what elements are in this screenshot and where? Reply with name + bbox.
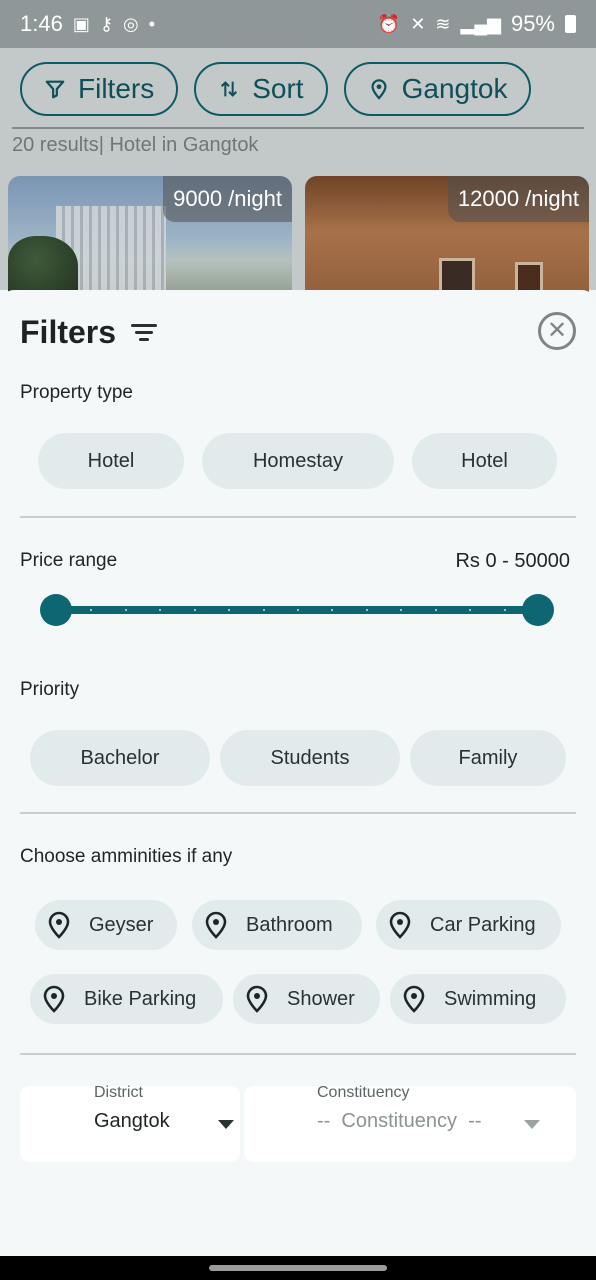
close-button[interactable]: ✕ [538, 312, 576, 350]
priority-option[interactable]: Students [220, 730, 400, 786]
priority-option[interactable]: Bachelor [30, 730, 210, 786]
slider-tick-dot [193, 609, 196, 611]
close-icon: ✕ [546, 317, 568, 344]
slider-tick-dot [228, 609, 231, 611]
toolbar-divider [12, 127, 584, 129]
price-slider-min-thumb[interactable] [40, 594, 72, 626]
slider-tick-dot [331, 609, 334, 611]
sheet-title: Filters [20, 314, 158, 351]
district-label: District [94, 1084, 143, 1101]
constituency-label: Constituency [317, 1084, 410, 1101]
constituency-placeholder: -- Constituency -- [317, 1110, 482, 1132]
dropdown-arrow-icon [524, 1120, 540, 1129]
slider-tick-dot [469, 609, 472, 611]
amenity-label: Geyser [89, 913, 154, 936]
section-divider [20, 1053, 576, 1055]
amenity-option[interactable]: Bike Parking [30, 974, 223, 1024]
constituency-dropdown[interactable]: Constituency -- Constituency -- [244, 1084, 576, 1162]
priority-label: Priority [20, 679, 80, 700]
section-divider [20, 812, 576, 814]
mute-icon: ✕ [410, 13, 426, 34]
price-slider-max-thumb[interactable] [522, 594, 554, 626]
location-pin-icon [389, 911, 411, 939]
location-pin-icon [48, 911, 70, 939]
filters-button-label: Filters [78, 73, 155, 104]
filter-lines-icon [130, 323, 158, 343]
amenity-option[interactable]: Bathroom [192, 900, 362, 950]
sort-button-label: Sort [252, 73, 304, 104]
location-pin-icon [246, 985, 268, 1013]
amenities-label: Choose amminities if any [20, 846, 233, 867]
dot-icon: • [148, 13, 156, 34]
instagram-icon: ◎ [123, 13, 139, 34]
funnel-icon [45, 80, 65, 99]
property-option[interactable]: Hotel [412, 433, 557, 489]
priority-option[interactable]: Family [410, 730, 566, 786]
amenity-option[interactable]: Geyser [35, 900, 177, 950]
district-value: Gangtok [94, 1110, 170, 1132]
location-pin-icon [43, 985, 65, 1013]
amenity-label: Swimming [444, 987, 537, 1010]
slider-tick-dot [124, 609, 127, 611]
slider-tick-dot [297, 609, 299, 611]
slider-tick-dot [400, 609, 403, 611]
key-icon: ⚷ [99, 13, 114, 34]
signal-icon: ▂▄▆ [460, 13, 501, 34]
amenity-label: Bike Parking [84, 987, 197, 1010]
amenity-option[interactable]: Swimming [390, 974, 566, 1024]
sort-arrows-icon [221, 81, 238, 97]
results-screen: Filters Sort Gangtok 20 results| Hotel i… [0, 48, 596, 316]
slider-tick-dot [365, 609, 368, 611]
results-summary: 20 results| Hotel in Gangtok [12, 134, 259, 156]
home-handle[interactable] [209, 1265, 387, 1271]
battery-level: 95% [510, 11, 555, 36]
status-time: 1:46 [20, 11, 63, 36]
location-pin-icon [205, 911, 227, 939]
price-tag: 9000 /night [163, 176, 292, 222]
gallery-icon: ▣ [72, 13, 90, 34]
amenity-option[interactable]: Shower [233, 974, 380, 1024]
price-tag: 12000 /night [447, 176, 589, 222]
alarm-icon: ⏰ [377, 13, 401, 34]
toolbar: Filters Sort Gangtok [20, 62, 532, 116]
slider-tick-dot [262, 609, 265, 611]
price-range-label: Price range [20, 550, 118, 571]
slider-tick-dot [90, 609, 93, 611]
property-type-label: Property type [20, 382, 133, 403]
amenity-label: Car Parking [430, 913, 536, 936]
tree-shape [8, 236, 78, 296]
property-option[interactable]: Hotel [38, 433, 184, 489]
battery-icon [565, 15, 576, 33]
filters-sheet: Filters ✕ Property type Hotel Homestay H… [0, 290, 596, 1256]
amenity-option[interactable]: Car Parking [376, 900, 561, 950]
wifi-icon: ≋ [435, 13, 451, 34]
location-button[interactable]: Gangtok [343, 62, 532, 116]
price-slider-track[interactable] [56, 606, 538, 614]
property-option[interactable]: Homestay [202, 433, 394, 489]
amenity-label: Bathroom [246, 913, 333, 936]
location-pin-icon [371, 79, 387, 100]
section-divider [20, 516, 576, 518]
location-button-label: Gangtok [401, 73, 508, 104]
location-pin-icon [403, 985, 425, 1013]
slider-tick-dot [159, 609, 162, 611]
price-range-value: Rs 0 - 50000 [455, 550, 570, 572]
dropdown-arrow-icon [218, 1120, 234, 1129]
slider-tick-dot [434, 609, 437, 611]
slider-tick-dot [503, 609, 506, 611]
sheet-title-text: Filters [20, 314, 117, 350]
navigation-bar [0, 1256, 596, 1280]
amenity-label: Shower [287, 987, 355, 1010]
sort-button[interactable]: Sort [194, 62, 328, 116]
status-bar: 1:46 ▣ ⚷ ◎ • ⏰ ✕ ≋ ▂▄▆ 95% [0, 0, 596, 48]
district-dropdown[interactable]: District Gangtok [20, 1084, 240, 1162]
filters-button[interactable]: Filters [20, 62, 179, 116]
